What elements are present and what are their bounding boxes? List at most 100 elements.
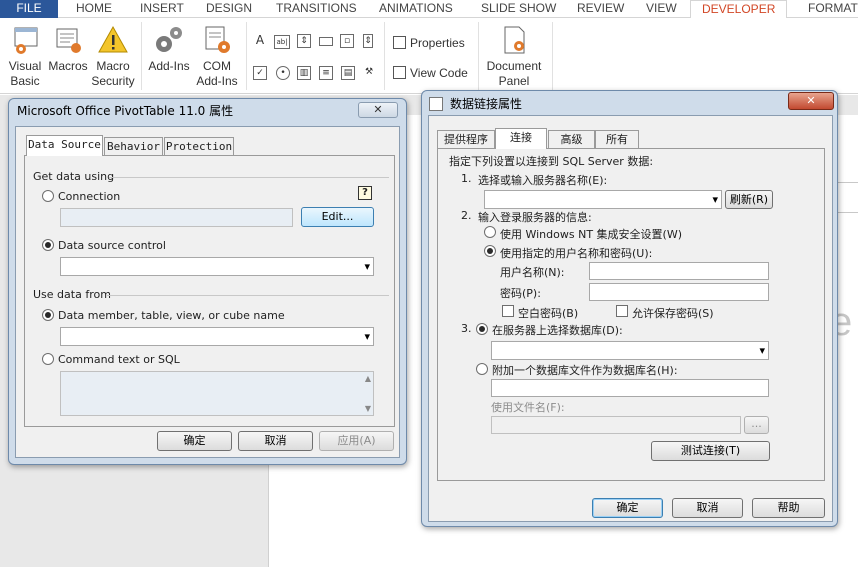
- server-name-dropdown[interactable]: [484, 190, 722, 209]
- tab-provider[interactable]: 提供程序: [437, 130, 495, 149]
- database-dropdown[interactable]: [491, 341, 769, 360]
- refresh-button[interactable]: 刷新(R): [725, 190, 773, 209]
- select-database-radio[interactable]: [476, 323, 488, 335]
- connection-panel: 指定下列设置以连接到 SQL Server 数据: 1. 选择或输入服务器名称(…: [437, 148, 825, 481]
- username-label: 用户名称(N):: [500, 266, 565, 279]
- option-control-icon[interactable]: •: [276, 66, 290, 80]
- macros-button[interactable]: Macros: [46, 24, 90, 74]
- view-code-label: View Code: [410, 66, 468, 80]
- attach-database-name-input[interactable]: [491, 379, 769, 397]
- tab-review[interactable]: REVIEW: [577, 0, 624, 18]
- blank-password-checkbox[interactable]: [502, 305, 514, 317]
- pivot-dialog-titlebar[interactable]: Microsoft Office PivotTable 11.0 属性 ✕: [9, 99, 406, 123]
- tab-behavior[interactable]: Behavior: [104, 137, 163, 156]
- datalink-dialog-titlebar[interactable]: 数据链接属性 ✕: [422, 91, 837, 115]
- data-source-control-radio[interactable]: [42, 239, 54, 251]
- step-2-number: 2.: [461, 209, 472, 222]
- edit-button[interactable]: Edit...: [301, 207, 374, 227]
- com-add-ins-button[interactable]: COM Add-Ins: [194, 24, 240, 89]
- tab-view[interactable]: VIEW: [646, 0, 677, 18]
- scroll-down-icon[interactable]: ▼: [365, 404, 371, 413]
- command-text-area[interactable]: ▲ ▼: [60, 371, 374, 416]
- password-input[interactable]: [589, 283, 769, 301]
- pivot-dialog-body: Data Source Behavior Protection Get data…: [15, 126, 400, 458]
- use-data-group-label: Use data from: [33, 288, 111, 301]
- toggle-control-icon[interactable]: ▥: [297, 66, 311, 80]
- combobox-control-icon[interactable]: ▤: [341, 66, 355, 80]
- connection-string-field[interactable]: [60, 208, 293, 227]
- tab-data-source[interactable]: Data Source: [26, 135, 103, 156]
- attach-database-radio[interactable]: [476, 363, 488, 375]
- datalink-cancel-button[interactable]: 取消: [672, 498, 743, 518]
- listbox-control-icon[interactable]: ≡: [319, 66, 333, 80]
- com-add-ins-label-2: Add-Ins: [196, 74, 238, 88]
- tab-all[interactable]: 所有: [595, 130, 639, 149]
- data-member-radio[interactable]: [42, 309, 54, 321]
- nt-security-label: 使用 Windows NT 集成安全设置(W): [500, 228, 682, 241]
- macro-security-label-1: Macro: [96, 59, 130, 73]
- datalink-ok-button[interactable]: 确定: [592, 498, 663, 518]
- datalink-help-button[interactable]: 帮助: [752, 498, 825, 518]
- more-controls-icon[interactable]: ⚒: [362, 66, 376, 80]
- browse-button[interactable]: ...: [744, 416, 769, 434]
- document-panel-label-1: Document: [486, 59, 542, 73]
- view-code-button[interactable]: View Code: [393, 66, 468, 80]
- allow-save-password-checkbox[interactable]: [616, 305, 628, 317]
- tab-home[interactable]: HOME: [76, 0, 112, 18]
- ribbon-tab-bar: FILE HOME INSERT DESIGN TRANSITIONS ANIM…: [0, 0, 858, 19]
- textbox-control-icon[interactable]: ab|: [274, 35, 290, 49]
- visual-basic-label-1: Visual: [8, 59, 42, 73]
- close-icon[interactable]: ✕: [358, 102, 398, 118]
- pivot-apply-button[interactable]: 应用(A): [319, 431, 394, 451]
- specific-user-label: 使用指定的用户名称和密码(U):: [500, 247, 653, 260]
- add-ins-label: Add-Ins: [148, 59, 190, 73]
- checkbox-control-icon[interactable]: ✓: [253, 66, 267, 80]
- tab-design[interactable]: DESIGN: [206, 0, 252, 18]
- data-source-control-dropdown[interactable]: [60, 257, 374, 276]
- tab-slide-show[interactable]: SLIDE SHOW: [481, 0, 556, 18]
- spin-control-icon[interactable]: ⇕: [297, 34, 311, 48]
- allow-save-password-label: 允许保存密码(S): [632, 307, 714, 320]
- data-source-panel: Get data using ? Connection Edit... Data…: [24, 155, 395, 427]
- ribbon-separator: [478, 22, 479, 90]
- step-3-number: 3.: [461, 322, 472, 335]
- pivottable-properties-dialog: Microsoft Office PivotTable 11.0 属性 ✕ Da…: [8, 98, 407, 465]
- step-1-number: 1.: [461, 172, 472, 185]
- command-text-radio[interactable]: [42, 353, 54, 365]
- group-divider: [109, 177, 389, 178]
- pivot-ok-button[interactable]: 确定: [157, 431, 232, 451]
- data-member-dropdown[interactable]: [60, 327, 374, 346]
- image-control-icon[interactable]: ▫: [340, 34, 354, 48]
- filename-input[interactable]: [491, 416, 741, 434]
- scrollbar-control-icon[interactable]: ⇕: [363, 34, 373, 48]
- data-link-properties-dialog: 数据链接属性 ✕ 提供程序 连接 高级 所有 指定下列设置以连接到 SQL Se…: [421, 90, 838, 527]
- tab-advanced[interactable]: 高级: [548, 130, 595, 149]
- tab-format[interactable]: FORMAT: [808, 0, 858, 18]
- specific-user-radio[interactable]: [484, 245, 496, 257]
- tab-connection[interactable]: 连接: [495, 128, 547, 149]
- connection-radio[interactable]: [42, 190, 54, 202]
- test-connection-button[interactable]: 测试连接(T): [651, 441, 770, 461]
- properties-button[interactable]: Properties: [393, 36, 465, 50]
- password-label: 密码(P):: [500, 287, 541, 300]
- pivot-cancel-button[interactable]: 取消: [238, 431, 313, 451]
- macro-security-button[interactable]: Macro Security: [90, 24, 136, 89]
- help-icon[interactable]: ?: [358, 186, 372, 200]
- label-control-icon[interactable]: A: [253, 34, 267, 48]
- tab-insert[interactable]: INSERT: [140, 0, 184, 18]
- username-input[interactable]: [589, 262, 769, 280]
- get-data-group-label: Get data using: [33, 170, 115, 183]
- visual-basic-button[interactable]: Visual Basic: [4, 24, 46, 89]
- tab-animations[interactable]: ANIMATIONS: [379, 0, 453, 18]
- add-ins-button[interactable]: Add-Ins: [146, 24, 192, 74]
- tab-developer[interactable]: DEVELOPER: [690, 0, 788, 19]
- close-icon[interactable]: ✕: [788, 92, 834, 110]
- button-control-icon[interactable]: [319, 37, 333, 46]
- step-1-label: 选择或输入服务器名称(E):: [478, 174, 608, 187]
- scroll-up-icon[interactable]: ▲: [365, 374, 371, 383]
- document-panel-button[interactable]: Document Panel: [484, 24, 544, 89]
- tab-transitions[interactable]: TRANSITIONS: [276, 0, 357, 18]
- tab-protection[interactable]: Protection: [164, 137, 234, 156]
- nt-security-radio[interactable]: [484, 226, 496, 238]
- tab-file[interactable]: FILE: [0, 0, 58, 18]
